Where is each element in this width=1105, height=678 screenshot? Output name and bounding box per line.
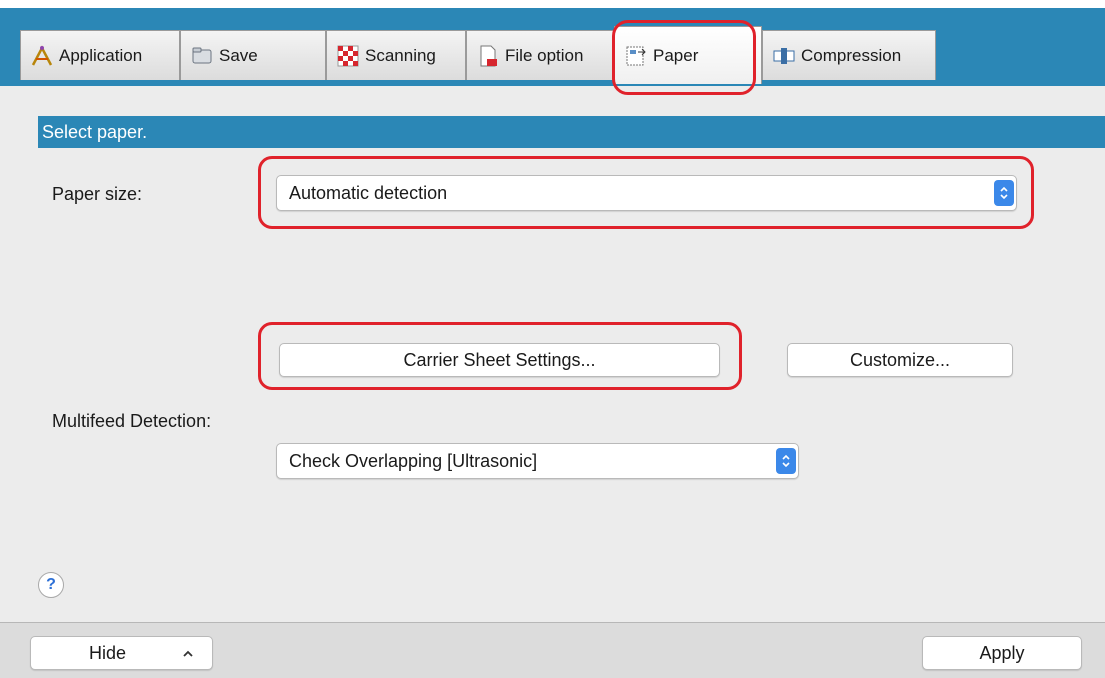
multifeed-detection-value: Check Overlapping [Ultrasonic] — [289, 451, 538, 471]
tab-paper[interactable]: Paper — [614, 26, 762, 84]
tab-save[interactable]: Save — [180, 30, 326, 80]
paper-size-select[interactable]: Automatic detection — [276, 175, 1017, 211]
folder-icon — [191, 45, 213, 67]
tab-scanning[interactable]: Scanning — [326, 30, 466, 80]
tab-file-option-label: File option — [505, 45, 584, 65]
help-button[interactable]: ? — [38, 572, 64, 598]
hide-button[interactable]: Hide — [30, 636, 213, 670]
tab-save-label: Save — [219, 45, 258, 65]
tab-scanning-label: Scanning — [365, 45, 436, 65]
paper-size-value: Automatic detection — [289, 183, 448, 203]
paper-size-label: Paper size: — [52, 184, 143, 204]
tab-compression[interactable]: Compression — [762, 30, 936, 80]
carrier-sheet-settings-button[interactable]: Carrier Sheet Settings... — [279, 343, 720, 377]
hide-button-label: Hide — [89, 643, 127, 663]
tab-application[interactable]: Application — [20, 30, 180, 80]
multifeed-stepper-icon — [776, 448, 796, 474]
customize-button[interactable]: Customize... — [787, 343, 1013, 377]
tab-compression-label: Compression — [801, 45, 902, 65]
tab-file-option[interactable]: File option — [466, 30, 614, 80]
paper-icon — [625, 45, 647, 67]
scanning-icon — [337, 45, 359, 67]
tab-paper-label: Paper — [653, 45, 699, 65]
paper-size-stepper-icon — [994, 180, 1014, 206]
multifeed-detection-select[interactable]: Check Overlapping [Ultrasonic] — [276, 443, 799, 479]
tab-application-label: Application — [59, 45, 143, 65]
compression-icon — [773, 45, 795, 67]
chevron-up-icon — [181, 639, 195, 671]
multifeed-detection-label: Multifeed Detection: — [52, 411, 212, 431]
file-option-icon — [477, 45, 499, 67]
apply-button[interactable]: Apply — [922, 636, 1082, 670]
window-top-edge — [0, 0, 1105, 8]
section-header: Select paper. — [38, 116, 1105, 148]
application-icon — [31, 44, 53, 67]
